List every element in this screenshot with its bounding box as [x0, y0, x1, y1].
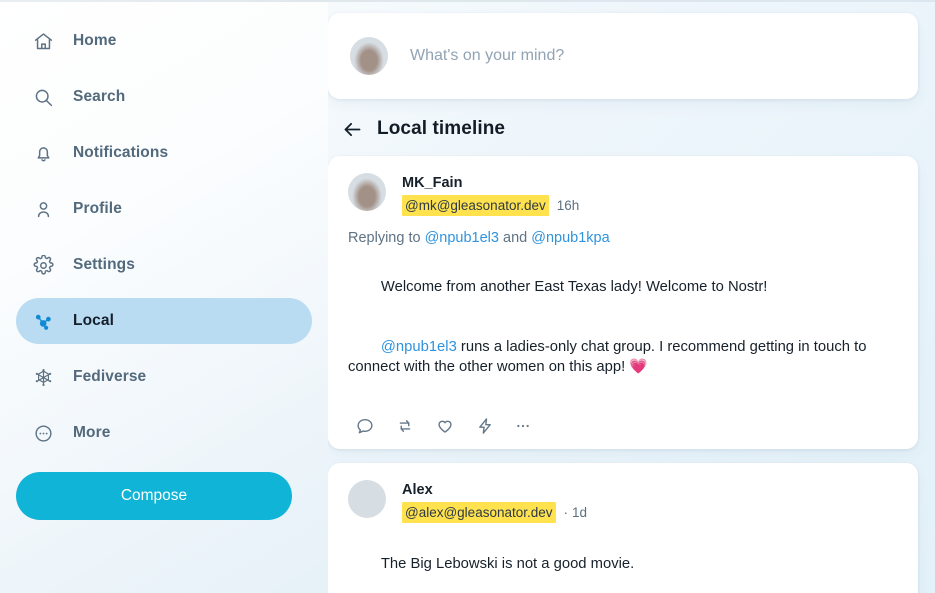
person-icon: [30, 196, 56, 222]
like-icon[interactable]: [428, 412, 462, 440]
current-user-avatar[interactable]: [350, 37, 388, 75]
post-body: Welcome from another East Texas lady! We…: [348, 257, 898, 397]
sidebar-item-label: Notifications: [73, 144, 169, 161]
zap-icon[interactable]: [468, 412, 502, 440]
more-circle-icon: [30, 420, 56, 446]
gear-icon: [30, 252, 56, 278]
bell-icon: [30, 140, 56, 166]
replying-prefix: Replying to: [348, 230, 421, 246]
sidebar-item-more[interactable]: More: [16, 410, 312, 456]
search-icon: [30, 84, 56, 110]
sidebar-item-profile[interactable]: Profile: [16, 186, 312, 232]
post-author-block: MK_Fain @mk@gleasonator.dev 16h: [402, 173, 579, 216]
fediverse-icon: [30, 364, 56, 390]
post-item[interactable]: MK_Fain @mk@gleasonator.dev 16h Replying…: [328, 156, 918, 449]
network-icon: [30, 308, 56, 334]
sidebar-item-label: Settings: [73, 256, 135, 273]
sidebar-item-label: Local: [73, 312, 114, 329]
post-timestamp: 1d: [572, 505, 588, 520]
replying-conjunction: and: [503, 230, 528, 246]
sidebar-item-home[interactable]: Home: [16, 18, 312, 64]
arrow-left-icon[interactable]: [340, 117, 364, 141]
sidebar-item-settings[interactable]: Settings: [16, 242, 312, 288]
composer-placeholder: What's on your mind?: [410, 47, 565, 64]
app-root: Home Search Notifications Profile Settin: [0, 0, 935, 593]
author-handle[interactable]: @mk@gleasonator.dev: [402, 195, 549, 216]
main-content: What's on your mind? Local timeline MK_F…: [328, 0, 935, 593]
post-body-line-1: The Big Lebowski is not a good movie.: [380, 556, 635, 572]
sidebar-item-label: Profile: [73, 200, 122, 217]
post-item[interactable]: Alex @alex@gleasonator.dev · 1d The Big …: [328, 463, 918, 593]
sidebar-item-label: More: [73, 424, 111, 441]
sidebar-item-label: Fediverse: [73, 368, 147, 385]
avatar[interactable]: [348, 173, 386, 211]
comment-icon[interactable]: [348, 412, 382, 440]
sidebar-item-notifications[interactable]: Notifications: [16, 130, 312, 176]
sidebar-item-label: Home: [73, 32, 117, 49]
post-body-line-1: Welcome from another East Texas lady! We…: [380, 279, 768, 295]
more-options-icon[interactable]: [508, 412, 538, 440]
sidebar: Home Search Notifications Profile Settin: [0, 0, 328, 593]
author-display-name: MK_Fain: [402, 175, 463, 191]
window-top-edge: [0, 0, 935, 2]
post-header: MK_Fain @mk@gleasonator.dev 16h: [348, 173, 898, 216]
composer-card[interactable]: What's on your mind?: [328, 13, 918, 99]
post-timestamp: 16h: [556, 198, 580, 213]
mention-link[interactable]: @npub1kpa: [531, 230, 609, 246]
sidebar-item-local[interactable]: Local: [16, 298, 312, 344]
sidebar-item-fediverse[interactable]: Fediverse: [16, 354, 312, 400]
sidebar-item-search[interactable]: Search: [16, 74, 312, 120]
home-icon: [30, 28, 56, 54]
page-header: Local timeline: [340, 106, 918, 152]
page-title: Local timeline: [377, 118, 506, 139]
author-display-name: Alex: [402, 482, 433, 498]
author-handle[interactable]: @alex@gleasonator.dev: [402, 502, 556, 523]
post-header: Alex @alex@gleasonator.dev · 1d: [348, 480, 898, 523]
replying-to-line: Replying to @npub1el3 and @npub1kpa: [348, 230, 898, 246]
post-author-block: Alex @alex@gleasonator.dev · 1d: [402, 480, 587, 523]
post-body: The Big Lebowski is not a good movie.: [348, 534, 898, 593]
mention-link[interactable]: @npub1el3: [381, 339, 457, 355]
repost-icon[interactable]: [388, 412, 422, 440]
sidebar-item-label: Search: [73, 88, 126, 105]
compose-button[interactable]: Compose: [16, 472, 292, 520]
post-separator: ·: [563, 505, 569, 520]
mention-link[interactable]: @npub1el3: [425, 230, 499, 246]
post-actions: [348, 411, 898, 441]
avatar[interactable]: [348, 480, 386, 518]
